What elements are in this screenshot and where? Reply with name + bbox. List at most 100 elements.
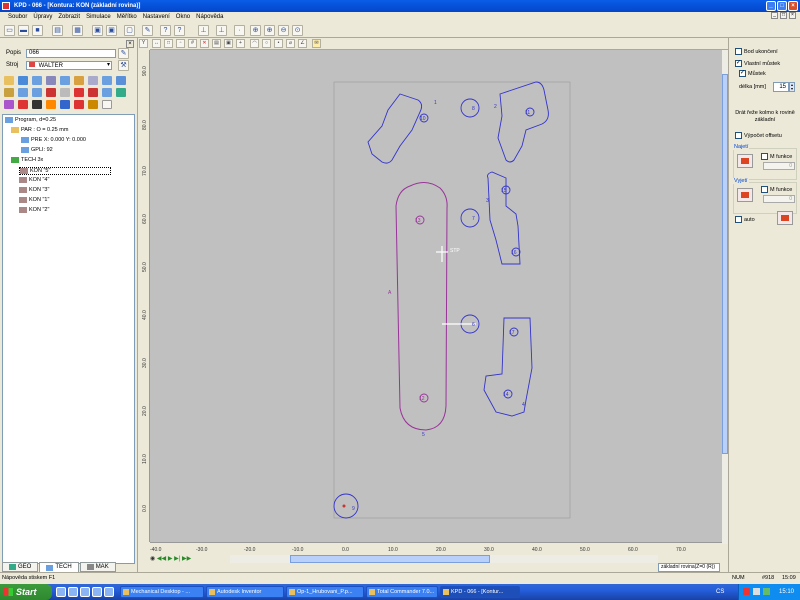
auto-checkbox[interactable]: auto (735, 216, 755, 223)
copy-icon[interactable]: ▣ (92, 25, 103, 36)
quicklaunch-explorer-icon[interactable] (80, 587, 90, 597)
layer-tool-icon[interactable] (46, 76, 56, 85)
offset-icon[interactable]: ▣ (224, 39, 233, 48)
menu-okno[interactable]: Okno (176, 12, 190, 22)
vypocet-offsetu-checkbox[interactable]: Výpočet offsetu (735, 132, 782, 139)
list-tool-icon[interactable] (116, 76, 126, 85)
link-icon[interactable] (4, 88, 14, 97)
delka-input[interactable]: 15 (773, 82, 789, 92)
quicklaunch-desktop-icon[interactable] (68, 587, 78, 597)
flame-icon[interactable] (46, 100, 56, 109)
menu-napoveda[interactable]: Nápověda (196, 12, 223, 22)
y-axis-icon[interactable]: Y (139, 39, 148, 48)
tree-item-kon-2[interactable]: KON "2" (19, 207, 49, 213)
play-icon[interactable]: ▶ (168, 556, 173, 562)
maximize-button[interactable]: □ (777, 1, 787, 11)
vyjeti-m-value[interactable]: 0 (763, 195, 795, 203)
vyjeti-m-funkce-checkbox[interactable]: M funkce (761, 186, 792, 193)
tech-tool-icon[interactable] (18, 76, 28, 85)
context-help-icon[interactable]: ? (174, 25, 185, 36)
menu-upravy[interactable]: Úpravy (33, 12, 52, 22)
save-icon[interactable]: ■ (32, 25, 43, 36)
stroj-settings-icon[interactable]: ⚒ (118, 60, 129, 71)
horizontal-scroll-thumb[interactable] (290, 555, 490, 563)
diamond-icon[interactable] (60, 100, 70, 109)
mdi-close-button[interactable]: × (789, 12, 796, 19)
edit-icon[interactable]: ✎ (142, 25, 153, 36)
snap-icon[interactable]: + (236, 39, 245, 48)
tab-tech[interactable]: TECH (39, 562, 79, 572)
angle-icon[interactable]: ∠ (298, 39, 307, 48)
contour-hole-7[interactable] (460, 208, 480, 228)
tree-item-kon-4[interactable]: KON "4" (19, 177, 49, 183)
menu-meritko[interactable]: Měřítko (117, 12, 137, 22)
measure-icon[interactable] (88, 100, 98, 109)
layers-icon[interactable]: ▤ (212, 39, 221, 48)
mdi-restore-button[interactable]: □ (780, 12, 787, 19)
vyjeti-button[interactable] (737, 188, 753, 202)
contour-part-1[interactable] (367, 93, 423, 164)
delka-spinner[interactable]: ▴ ▾ (789, 82, 795, 92)
marker-icon[interactable] (18, 100, 28, 109)
pan-icon[interactable]: ↔ (152, 39, 161, 48)
tree-item-par[interactable]: PAR : O = 0.25 mm (11, 127, 68, 133)
export-icon[interactable]: ▢ (124, 25, 135, 36)
measure-dist-icon[interactable]: ⌀ (286, 39, 295, 48)
arc-icon[interactable]: ◠ (250, 39, 259, 48)
tab-mak[interactable]: MAK (79, 562, 116, 572)
grid-icon[interactable]: # (188, 39, 197, 48)
task-mechanical-desktop[interactable]: Mechanical Desktop - ... (120, 586, 204, 598)
horizontal-scrollbar[interactable] (230, 555, 658, 563)
panel-close-icon[interactable]: × (126, 40, 134, 48)
move-end-icon[interactable]: ⊥ (216, 25, 227, 36)
close-red-icon[interactable] (74, 100, 84, 109)
window-tool-icon[interactable] (60, 76, 70, 85)
quicklaunch-app2-icon[interactable] (104, 587, 114, 597)
stroj-select[interactable]: WALTER ▾ (26, 61, 112, 70)
najeti-m-funkce-checkbox[interactable]: M funkce (761, 153, 792, 160)
tab-geo[interactable]: GEO (2, 562, 39, 572)
program-tree[interactable]: Program, d=0.25 PAR : O = 0.25 mm PRE X:… (2, 114, 135, 564)
view-icon[interactable]: ▦ (72, 25, 83, 36)
select-icon[interactable]: ▫ (176, 39, 185, 48)
grid-tool-icon[interactable] (102, 76, 112, 85)
minimize-button[interactable]: _ (766, 1, 776, 11)
step-icon[interactable]: ▶| (174, 556, 180, 562)
zoom-out-icon[interactable]: ⊖ (278, 25, 289, 36)
tree-item-kon-5[interactable]: KON "5" (19, 167, 112, 175)
open-file-icon[interactable]: ▬ (18, 25, 29, 36)
mdi-minimize-button[interactable]: _ (771, 12, 778, 19)
start-button[interactable]: Start (0, 584, 52, 600)
popis-input[interactable]: 066 (26, 49, 116, 58)
tree-item-kon-1[interactable]: KON "1" (19, 197, 49, 203)
eye-icon[interactable]: ◉ (150, 556, 155, 562)
help-icon[interactable]: ? (160, 25, 171, 36)
p-icon[interactable] (46, 88, 56, 97)
close-button[interactable]: × (788, 1, 798, 11)
g-icon[interactable] (116, 88, 126, 97)
tray-network-icon[interactable] (753, 588, 760, 595)
arrow-tool-icon[interactable] (60, 88, 70, 97)
contour-hole-8[interactable] (460, 98, 480, 118)
m-icon[interactable] (18, 88, 28, 97)
task-op1-hrubovani[interactable]: Op-1_Hrubovani_P.p... (286, 586, 364, 598)
vlastni-mustek-checkbox[interactable]: ✓ Vlastní můstek (735, 60, 780, 67)
r-icon[interactable] (88, 88, 98, 97)
rect-icon[interactable]: □ (164, 39, 173, 48)
table-icon[interactable] (4, 100, 14, 109)
zoom-in-icon[interactable]: ⊕ (264, 25, 275, 36)
tree-item-tech[interactable]: TECH 3x (11, 157, 43, 163)
menu-nastaveni[interactable]: Nastavení (143, 12, 170, 22)
tree-item-program[interactable]: Program, d=0.25 (5, 117, 56, 123)
najeti-m-value[interactable]: 0 (763, 162, 795, 170)
zoom-all-icon[interactable]: ⊙ (292, 25, 303, 36)
tree-item-pre[interactable]: PRE X: 0.000 Y: 0.000 (21, 137, 86, 143)
task-total-commander[interactable]: Total Commander 7.0... (366, 586, 438, 598)
quicklaunch-ie-icon[interactable] (56, 587, 66, 597)
clock[interactable]: 15:10 (779, 584, 794, 600)
drawing-canvas[interactable]: STP 1 2 3 4 5 10 11 15 16 17 14 8 7 6 9 … (150, 50, 722, 542)
stop-icon[interactable] (74, 88, 84, 97)
tree-item-gpli[interactable]: GPLI: 92 (21, 147, 53, 153)
cut-tool-icon[interactable] (88, 76, 98, 85)
rect-tool-icon[interactable] (32, 76, 42, 85)
